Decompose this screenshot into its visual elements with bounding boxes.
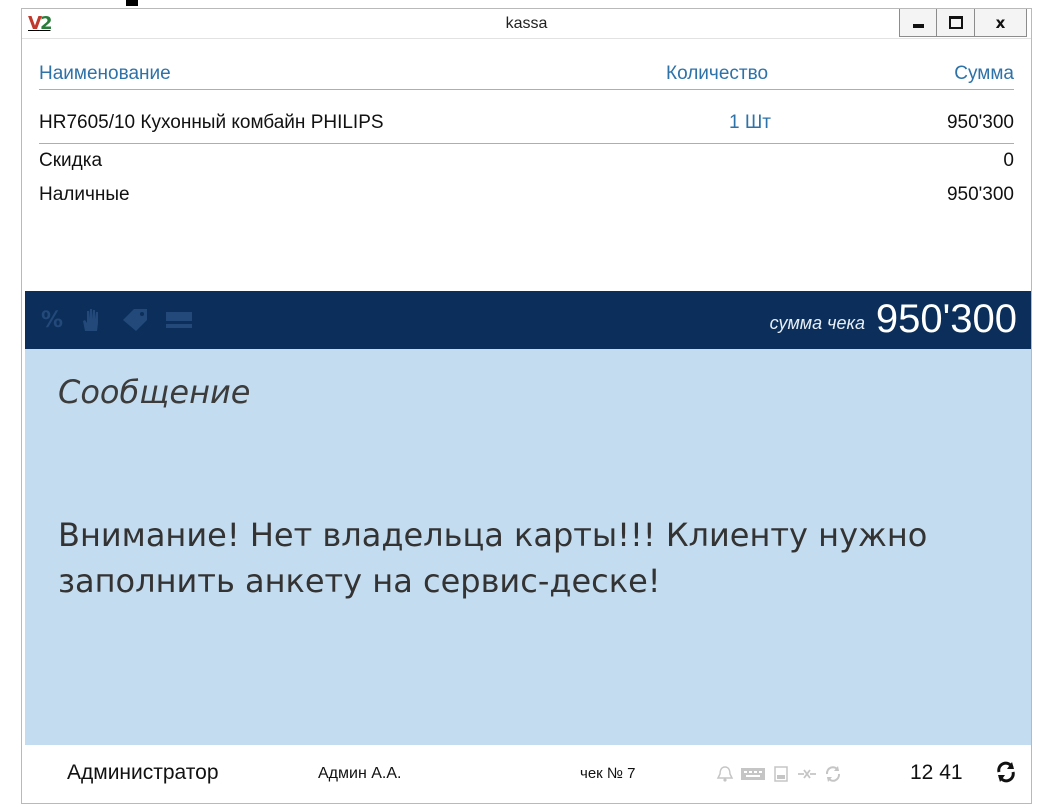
item-sum: 950'300 — [946, 112, 1014, 133]
bell-icon — [716, 765, 734, 787]
item-name: HR7605/10 Кухонный комбайн PHILIPS — [39, 112, 384, 133]
operator-name: Админ А.А. — [318, 765, 402, 782]
device-status-icons — [716, 765, 842, 787]
cash-label: Наличные — [39, 184, 130, 205]
sync-icon[interactable] — [995, 761, 1017, 788]
header-sum: Сумма — [954, 63, 1014, 84]
table-row: Наличные 950'300 — [39, 179, 1014, 209]
total-label: сумма чека — [769, 313, 865, 333]
discount-label: Скидка — [39, 150, 103, 171]
percent-icon[interactable]: % — [41, 308, 63, 333]
message-title: Сообщение — [58, 373, 251, 411]
receipt-status-bar: % сумма чека 950'300 — [25, 291, 1031, 349]
window-controls: x — [899, 9, 1027, 37]
discount-tag-icon[interactable] — [121, 307, 149, 333]
clock-time: 12 41 — [910, 761, 963, 784]
window-title: kassa — [505, 15, 548, 32]
message-panel: Сообщение Внимание! Нет владельца карты!… — [25, 349, 1031, 747]
status-icons: % — [41, 307, 193, 333]
header-quantity: Количество — [666, 63, 769, 84]
header-name: Наименование — [39, 63, 171, 84]
receipt-items: Наименование Количество Сумма HR7605/10 … — [22, 39, 1031, 291]
card-icon[interactable] — [165, 309, 193, 331]
close-icon: x — [995, 13, 1006, 32]
printer-icon — [772, 765, 790, 787]
title-bar[interactable]: V2 kassa x — [22, 9, 1031, 39]
maximize-icon — [948, 16, 963, 29]
hand-icon[interactable] — [79, 307, 105, 333]
maximize-button[interactable] — [937, 9, 975, 37]
cash-sum: 950'300 — [946, 184, 1014, 205]
minimize-button[interactable] — [899, 9, 937, 37]
check-number: чек № 7 — [580, 765, 636, 782]
footer-bar: Администратор Админ А.А. чек № 7 12 41 — [22, 745, 1031, 803]
total-value: 950'300 — [875, 297, 1017, 341]
network-icon — [796, 765, 818, 787]
close-button[interactable]: x — [975, 9, 1027, 37]
kassa-window: V2 kassa x Наименование Количество Сумма… — [21, 8, 1032, 804]
sync-small-icon — [824, 765, 842, 787]
table-row: Скидка 0 — [39, 145, 1014, 175]
minimize-icon — [912, 23, 924, 28]
message-text: Внимание! Нет владельца карты!!! Клиенту… — [58, 516, 928, 600]
table-row[interactable]: HR7605/10 Кухонный комбайн PHILIPS 1 Шт … — [39, 107, 1014, 144]
cropped-heading-bar — [126, 0, 138, 6]
table-header: Наименование Количество Сумма — [39, 55, 1014, 90]
keyboard-icon — [740, 765, 766, 787]
item-quantity: 1 Шт — [729, 112, 771, 133]
operator-role: Администратор — [67, 761, 219, 784]
discount-sum: 0 — [1003, 150, 1014, 171]
